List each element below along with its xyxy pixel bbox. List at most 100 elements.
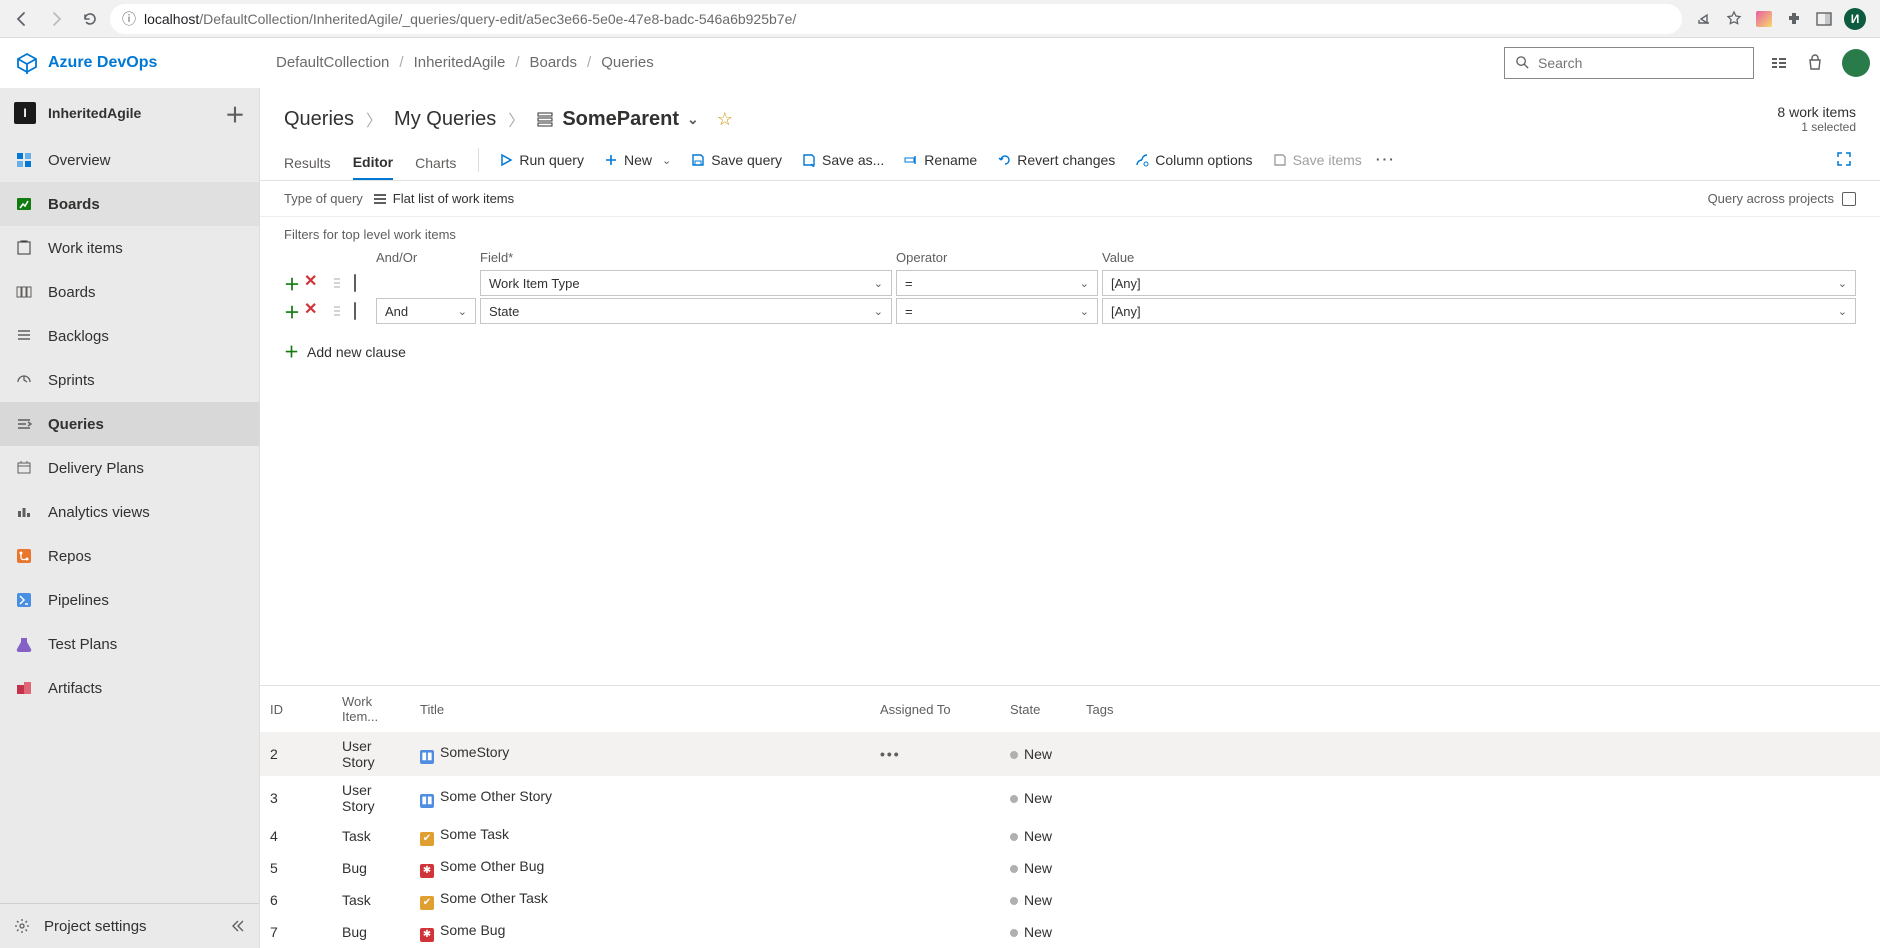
new-button[interactable]: New ⌄ — [594, 148, 681, 178]
table-row[interactable]: 7 Bug ✱Some Bug New — [260, 916, 1880, 948]
new-item-plus-icon[interactable]: ＋ — [225, 99, 245, 128]
value-dropdown[interactable]: [Any]⌄ — [1102, 298, 1856, 324]
cell-wit: User Story — [332, 732, 410, 776]
remove-row-icon[interactable]: ✕ — [304, 299, 317, 323]
crumb-page[interactable]: Queries — [601, 54, 654, 71]
more-actions-button[interactable]: ··· — [1376, 151, 1396, 175]
side-panel-icon[interactable] — [1814, 9, 1834, 29]
button-label: Save items — [1293, 152, 1362, 168]
search-input[interactable] — [1538, 55, 1743, 71]
row-checkbox[interactable] — [354, 274, 356, 292]
bookmark-star-icon[interactable] — [1724, 9, 1744, 29]
chevron-down-icon[interactable]: ⌄ — [687, 111, 699, 128]
operator-dropdown[interactable]: =⌄ — [896, 298, 1098, 324]
field-dropdown[interactable]: Work Item Type⌄ — [480, 270, 892, 296]
add-row-icon[interactable]: ＋ — [284, 271, 300, 295]
crumb-collection[interactable]: DefaultCollection — [276, 54, 389, 71]
sidebar-item-boards[interactable]: Boards — [0, 182, 259, 226]
search-box[interactable] — [1504, 47, 1754, 79]
user-avatar[interactable] — [1842, 49, 1870, 77]
site-info-icon[interactable]: ⓘ — [122, 9, 136, 29]
run-query-button[interactable]: Run query — [489, 148, 594, 178]
sidebar-item-delivery-plans[interactable]: Delivery Plans — [0, 446, 259, 490]
cell-title: ▮▮Some Other Story — [410, 776, 870, 820]
sidebar-item-analytics[interactable]: Analytics views — [0, 490, 259, 534]
th-title[interactable]: Title — [410, 686, 870, 732]
sidebar-item-repos[interactable]: Repos — [0, 534, 259, 578]
table-row[interactable]: 3 User Story ▮▮Some Other Story New — [260, 776, 1880, 820]
collapse-sidebar-icon[interactable] — [229, 918, 245, 934]
browser-back-button[interactable] — [8, 5, 36, 33]
sidebar-item-work-items[interactable]: Work items — [0, 226, 259, 270]
crumb-area[interactable]: Boards — [529, 54, 577, 71]
row-checkbox[interactable] — [354, 302, 356, 320]
save-as-button[interactable]: Save as... — [792, 148, 894, 178]
filter-row: ＋ ✕ Work Item Type⌄ =⌄ [Any]⌄ — [284, 269, 1860, 297]
row-more-button[interactable]: ••• — [880, 746, 901, 762]
th-id[interactable]: ID — [260, 686, 332, 732]
share-icon[interactable] — [1694, 9, 1714, 29]
tab-charts[interactable]: Charts — [415, 147, 456, 179]
save-query-button[interactable]: Save query — [681, 148, 792, 178]
sidebar-item-pipelines[interactable]: Pipelines — [0, 578, 259, 622]
plus-icon: ＋ — [284, 341, 299, 362]
table-row[interactable]: 5 Bug ✱Some Other Bug New — [260, 852, 1880, 884]
shopping-bag-icon[interactable] — [1806, 54, 1824, 72]
tab-results[interactable]: Results — [284, 147, 331, 179]
browser-url-bar[interactable]: ⓘ localhost/DefaultCollection/InheritedA… — [110, 4, 1682, 34]
bc-my-queries[interactable]: My Queries — [394, 108, 496, 131]
add-clause-button[interactable]: ＋ Add new clause — [260, 333, 1880, 370]
bc-queries[interactable]: Queries — [284, 108, 354, 131]
grip-icon[interactable] — [332, 304, 354, 318]
table-row[interactable]: 4 Task ✔Some Task New — [260, 820, 1880, 852]
sidebar-item-boards-sub[interactable]: Boards — [0, 270, 259, 314]
sidebar-project-settings[interactable]: Project settings — [0, 904, 259, 948]
sidebar-item-test-plans[interactable]: Test Plans — [0, 622, 259, 666]
extension-icon-1[interactable] — [1754, 9, 1774, 29]
andor-dropdown[interactable]: And⌄ — [376, 298, 476, 324]
work-items-icon — [14, 238, 34, 258]
sidebar-item-queries[interactable]: Queries — [0, 402, 259, 446]
chevron-right-icon: 〉 — [508, 107, 524, 131]
th-state[interactable]: State — [1000, 686, 1076, 732]
sidebar-item-artifacts[interactable]: Artifacts — [0, 666, 259, 710]
crumb-project[interactable]: InheritedAgile — [414, 54, 506, 71]
browser-profile-avatar[interactable]: И — [1844, 8, 1866, 30]
add-row-icon[interactable]: ＋ — [284, 299, 300, 323]
bc-query-title[interactable]: SomeParent ⌄ — [536, 108, 698, 131]
sidebar-project[interactable]: I InheritedAgile ＋ — [0, 88, 259, 138]
browser-reload-button[interactable] — [76, 5, 104, 33]
query-across-checkbox[interactable] — [1842, 192, 1856, 206]
th-tags[interactable]: Tags — [1076, 686, 1880, 732]
browser-forward-button[interactable] — [42, 5, 70, 33]
query-type-value[interactable]: Flat list of work items — [373, 191, 514, 206]
chevron-right-icon: 〉 — [366, 107, 382, 131]
value-dropdown[interactable]: [Any]⌄ — [1102, 270, 1856, 296]
favorite-star-icon[interactable]: ☆ — [717, 109, 733, 130]
operator-dropdown[interactable]: =⌄ — [896, 270, 1098, 296]
field-dropdown[interactable]: State⌄ — [480, 298, 892, 324]
grip-icon[interactable] — [332, 276, 354, 290]
add-clause-label: Add new clause — [307, 344, 406, 360]
repos-icon — [14, 546, 34, 566]
sidebar-item-overview[interactable]: Overview — [0, 138, 259, 182]
extensions-puzzle-icon[interactable] — [1784, 9, 1804, 29]
fullscreen-button[interactable] — [1836, 151, 1856, 175]
results-table-container: ID Work Item... Title Assigned To State … — [260, 685, 1880, 948]
th-work-item-type[interactable]: Work Item... — [332, 686, 410, 732]
brand-logo[interactable]: Azure DevOps — [16, 52, 260, 74]
th-assigned[interactable]: Assigned To — [870, 686, 1000, 732]
query-type-row: Type of query Flat list of work items Qu… — [260, 181, 1880, 217]
sidebar-item-label: Analytics views — [48, 504, 150, 521]
tab-editor[interactable]: Editor — [353, 146, 393, 180]
market-icon[interactable] — [1770, 54, 1788, 72]
column-options-button[interactable]: Column options — [1125, 148, 1262, 178]
revert-button[interactable]: Revert changes — [987, 148, 1125, 178]
sidebar-item-sprints[interactable]: Sprints — [0, 358, 259, 402]
rename-button[interactable]: Rename — [894, 148, 987, 178]
table-row[interactable]: 2 User Story ▮▮SomeStory ••• New — [260, 732, 1880, 776]
table-row[interactable]: 6 Task ✔Some Other Task New — [260, 884, 1880, 916]
sidebar-item-backlogs[interactable]: Backlogs — [0, 314, 259, 358]
remove-row-icon[interactable]: ✕ — [304, 271, 317, 295]
story-icon: ▮▮ — [420, 794, 434, 808]
